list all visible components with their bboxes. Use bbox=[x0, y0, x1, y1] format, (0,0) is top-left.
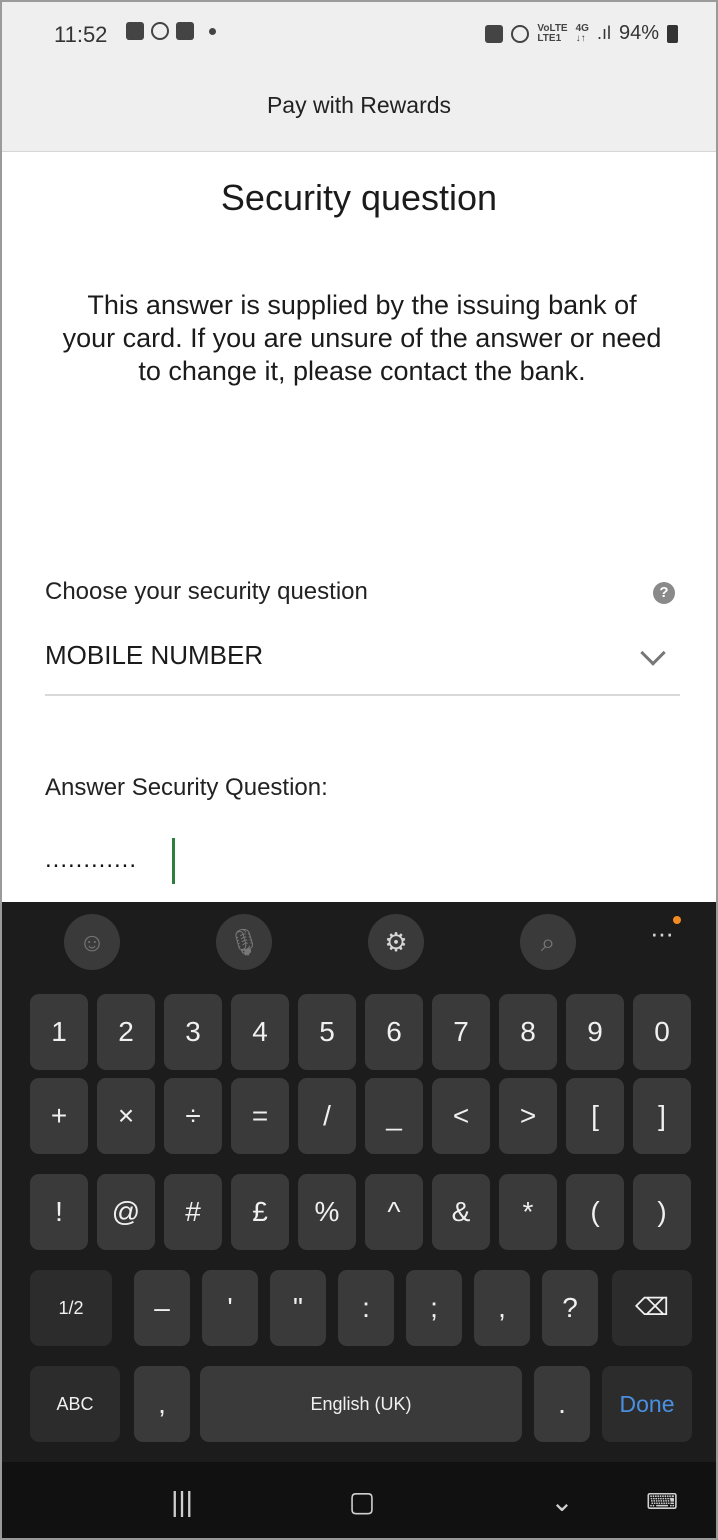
key-row4-7[interactable]: ? bbox=[542, 1270, 598, 1346]
key-row1-5[interactable]: 6 bbox=[365, 994, 423, 1070]
key-row4-4[interactable]: : bbox=[338, 1270, 394, 1346]
lte-label: LTE1 bbox=[537, 32, 562, 44]
key-row3-3[interactable]: £ bbox=[231, 1174, 289, 1250]
more-icon[interactable]: ··· bbox=[650, 916, 681, 949]
gallery-notification-icon bbox=[126, 22, 144, 40]
key-row1-3[interactable]: 4 bbox=[231, 994, 289, 1070]
teams-notification-icon bbox=[176, 22, 194, 40]
key-row1-1[interactable]: 2 bbox=[97, 994, 155, 1070]
abc-key[interactable]: ABC bbox=[30, 1366, 120, 1442]
text-caret bbox=[172, 838, 175, 884]
key-row1-4[interactable]: 5 bbox=[298, 994, 356, 1070]
key-row1-0[interactable]: 1 bbox=[30, 994, 88, 1070]
key-row2-2[interactable]: ÷ bbox=[164, 1078, 222, 1154]
security-question-select[interactable]: MOBILE NUMBER bbox=[45, 622, 680, 696]
key-row1-7[interactable]: 8 bbox=[499, 994, 557, 1070]
key-row4-2[interactable]: ' bbox=[202, 1270, 258, 1346]
data-type-label: 4G bbox=[575, 22, 589, 34]
help-icon[interactable]: ? bbox=[653, 582, 675, 604]
whatsapp-notification-icon bbox=[151, 22, 169, 40]
status-time: 11:52 bbox=[54, 22, 108, 47]
header-title: Pay with Rewards bbox=[266, 92, 452, 118]
key-row1-8[interactable]: 9 bbox=[566, 994, 624, 1070]
alarm-icon bbox=[511, 24, 530, 43]
key-row2-9[interactable]: ] bbox=[633, 1078, 691, 1154]
answer-input[interactable] bbox=[45, 834, 565, 886]
sim-icon bbox=[485, 24, 504, 43]
key-row2-8[interactable]: [ bbox=[566, 1078, 624, 1154]
security-question-label: Choose your security question bbox=[45, 578, 368, 605]
key-row3-5[interactable]: ^ bbox=[365, 1174, 423, 1250]
back-icon[interactable]: ⌄ bbox=[522, 1462, 602, 1538]
keyboard-toolbar: ☺ 🎙 ⚙ ⌕ ··· bbox=[2, 902, 716, 982]
volte-label: VoLTE bbox=[537, 22, 568, 34]
key-row3-1[interactable]: @ bbox=[97, 1174, 155, 1250]
key-row2-1[interactable]: × bbox=[97, 1078, 155, 1154]
recent-apps-icon[interactable]: ||| bbox=[142, 1462, 222, 1538]
answer-label: Answer Security Question: bbox=[45, 774, 328, 801]
key-row1-9[interactable]: 0 bbox=[633, 994, 691, 1070]
battery-icon bbox=[667, 24, 678, 43]
comma-key[interactable]: , bbox=[134, 1366, 190, 1442]
keyboard-switch-icon[interactable]: ⌨ bbox=[622, 1462, 702, 1538]
phone-screen: 11:52 VoLTE LTE1 4G ↓↑ .ıl 94% Pay with … bbox=[0, 0, 718, 1540]
done-button[interactable]: Done bbox=[602, 1366, 692, 1442]
status-bar: 11:52 VoLTE LTE1 4G ↓↑ .ıl 94% bbox=[2, 2, 716, 64]
notification-badge bbox=[672, 916, 681, 924]
key-row4-1[interactable]: – bbox=[134, 1270, 190, 1346]
security-question-value: MOBILE NUMBER bbox=[45, 640, 264, 670]
key-row3-7[interactable]: * bbox=[499, 1174, 557, 1250]
key-row3-2[interactable]: # bbox=[164, 1174, 222, 1250]
key-row3-6[interactable]: & bbox=[432, 1174, 490, 1250]
key-row3-8[interactable]: ( bbox=[566, 1174, 624, 1250]
key-row2-0[interactable]: + bbox=[30, 1078, 88, 1154]
key-row2-3[interactable]: = bbox=[231, 1078, 289, 1154]
key-row3-9[interactable]: ) bbox=[633, 1174, 691, 1250]
key-row3-4[interactable]: % bbox=[298, 1174, 356, 1250]
info-text: This answer is supplied by the issuing b… bbox=[62, 290, 662, 386]
emoji-icon[interactable]: ☺ bbox=[64, 914, 120, 970]
mic-icon[interactable]: 🎙 bbox=[216, 914, 272, 970]
page-title: Security question bbox=[220, 177, 498, 218]
system-icons: VoLTE LTE1 4G ↓↑ .ıl 94% bbox=[485, 22, 678, 45]
key-row2-6[interactable]: < bbox=[432, 1078, 490, 1154]
key-row2-4[interactable]: / bbox=[298, 1078, 356, 1154]
battery-percent: 94% bbox=[618, 22, 659, 44]
settings-icon[interactable]: ⚙ bbox=[368, 914, 424, 970]
key-row3-0[interactable]: ! bbox=[30, 1174, 88, 1250]
data-indicator: 4G ↓↑ bbox=[575, 22, 589, 44]
data-arrows-label: ↓↑ bbox=[575, 32, 586, 44]
search-icon[interactable]: ⌕ bbox=[520, 914, 576, 970]
notification-icons bbox=[126, 22, 216, 40]
more-notifications-icon bbox=[209, 27, 216, 35]
keyboard: ☺ 🎙 ⚙ ⌕ ··· 1 2 3 4 5 6 7 8 9 0 + × ÷ = / _ < >[]! @ # £% ^ & *… bbox=[2, 902, 716, 1462]
space-key[interactable]: English (UK) bbox=[200, 1366, 522, 1442]
key-row4-6[interactable]: , bbox=[474, 1270, 530, 1346]
key-row2-5[interactable]: _ bbox=[365, 1078, 423, 1154]
key-row4-5[interactable]: ; bbox=[406, 1270, 462, 1346]
key-row1-2[interactable]: 3 bbox=[164, 994, 222, 1070]
chevron-down-icon bbox=[640, 640, 666, 666]
signal-icon: .ıl bbox=[596, 23, 611, 43]
key-row2-7[interactable]: > bbox=[499, 1078, 557, 1154]
key-row4-3[interactable]: " bbox=[270, 1270, 326, 1346]
volte-indicator: VoLTE LTE1 bbox=[537, 22, 568, 44]
symbol-page-key[interactable]: 1/2 bbox=[30, 1270, 112, 1346]
key-row1-6[interactable]: 7 bbox=[432, 994, 490, 1070]
navigation-bar: ||| ▢ ⌄ ⌨ bbox=[2, 1462, 716, 1538]
home-icon[interactable]: ▢ bbox=[322, 1462, 402, 1538]
app-header: Pay with Rewards bbox=[2, 64, 716, 152]
backspace-icon[interactable]: ⌫ bbox=[612, 1270, 692, 1346]
period-key[interactable]: . bbox=[534, 1366, 590, 1442]
